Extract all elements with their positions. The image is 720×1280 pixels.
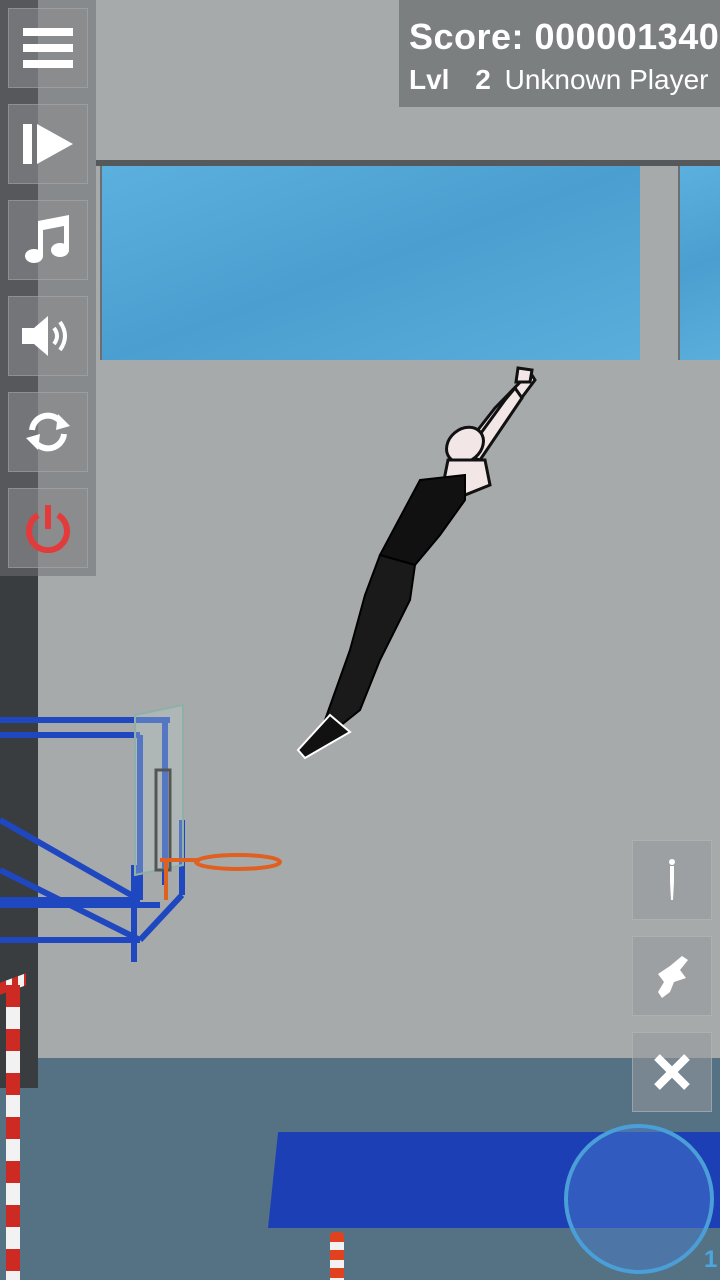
volume-icon xyxy=(22,316,67,356)
music-icon xyxy=(25,215,69,263)
volume-button[interactable] xyxy=(8,296,88,376)
basketball-hoop xyxy=(0,703,282,962)
tuck-pose-button[interactable] xyxy=(632,936,712,1016)
level-label: Lvl xyxy=(409,64,450,95)
next-icon xyxy=(23,124,73,164)
game-scene[interactable] xyxy=(0,0,720,1280)
score-text: Score: 000001340 xyxy=(409,16,720,57)
gym-window xyxy=(100,166,642,360)
close-icon xyxy=(654,1054,690,1090)
tuck-pose-icon xyxy=(658,956,688,998)
virtual-joystick[interactable] xyxy=(564,1124,714,1274)
marker-cone xyxy=(330,1232,344,1280)
goal-post xyxy=(6,985,20,1280)
player-name: Unknown Player xyxy=(504,64,709,95)
level-value: 2 xyxy=(475,64,491,95)
next-button[interactable] xyxy=(8,104,88,184)
restart-icon xyxy=(26,412,70,452)
menu-icon xyxy=(23,28,73,68)
stand-pose-icon xyxy=(669,859,675,900)
window-pillar xyxy=(640,166,678,360)
power-icon xyxy=(26,505,70,553)
stand-pose-button[interactable] xyxy=(632,840,712,920)
close-button[interactable] xyxy=(632,1032,712,1112)
power-button[interactable] xyxy=(8,488,88,568)
restart-button[interactable] xyxy=(8,392,88,472)
menu-button[interactable] xyxy=(8,8,88,88)
gym-window-right xyxy=(678,166,720,360)
player-character xyxy=(296,366,537,760)
music-button[interactable] xyxy=(8,200,88,280)
side-menu-panel xyxy=(0,0,96,576)
level-line: Lvl 2 Unknown Player xyxy=(409,64,708,96)
joystick-count: 1 xyxy=(704,1246,718,1273)
score-panel: Score: 000001340 Lvl 2 Unknown Player xyxy=(399,0,720,107)
